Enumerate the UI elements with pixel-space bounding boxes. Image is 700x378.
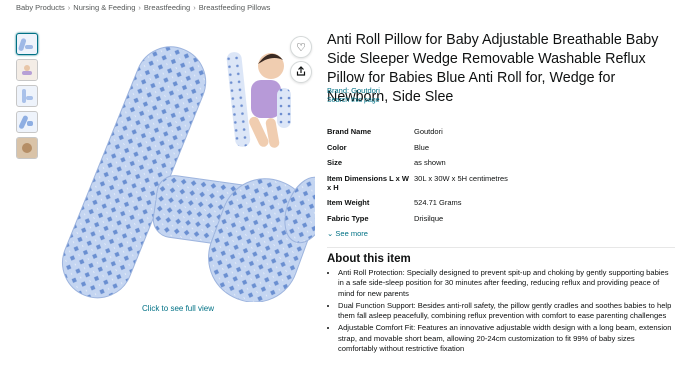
brand-link[interactable]: Brand: Goutdori [327,86,380,95]
spec-key: Item Dimensions L x W x H [327,173,409,192]
heart-icon: ♡ [296,41,306,54]
product-image[interactable] [45,30,330,303]
spec-value: as shown [414,158,446,167]
breadcrumb: Baby Products › Nursing & Feeding › Breastfe… [16,3,270,12]
spec-value: Blue [414,142,430,152]
see-more-label: See more [335,229,368,238]
product-specs-table: Brand Name Goutdori Color Blue Size as show… [327,127,627,229]
thumbnail-1[interactable] [16,33,38,55]
about-bullet: Anti Roll Protection: Specially designed… [338,268,675,299]
see-more-link[interactable]: ⌄ See more [327,229,368,238]
product-title: Anti Roll Pillow for Baby Adjustable Bre… [327,32,659,105]
full-view-link[interactable]: Click to see full view [142,304,214,313]
thumbnail-5[interactable] [16,137,38,159]
about-bullet-list: Anti Roll Protection: Specially designed… [327,268,675,356]
inset-baby-photo [225,48,295,158]
thumbnail-strip [16,33,40,163]
spec-key: Item Weight [327,198,370,207]
chevron-right-icon: › [67,3,71,12]
spec-row: Item Dimensions L x W x H 30L x 30W x 5H … [327,174,627,192]
chevron-right-icon: › [193,3,196,12]
spec-value: Drisilque [414,213,444,223]
about-bullet: Dual Function Support: Besides anti-roll… [338,301,675,322]
thumbnail-2[interactable] [16,59,38,81]
spec-row: Size as shown [327,158,627,167]
breadcrumb-item[interactable]: Breastfeeding Pillows [199,3,271,12]
breadcrumb-item[interactable]: Breastfeeding [144,3,190,12]
spec-key: Color [327,142,347,152]
divider [327,247,675,248]
chevron-right-icon: › [138,3,141,12]
spec-key: Fabric Type [327,213,369,223]
breadcrumb-item[interactable]: Baby Products [16,3,65,12]
search-this-page-link[interactable]: Search this page [327,97,380,104]
spec-value: 524.71 Grams [414,198,462,207]
thumbnail-3[interactable] [16,85,38,107]
about-bullet: Adjustable Comfort Fit: Features an inno… [338,323,675,354]
spec-value: 30L x 30W x 5H centimetres [414,173,508,183]
chevron-down-icon: ⌄ [327,229,334,238]
spec-row: Fabric Type Drisilque [327,214,627,223]
spec-key: Brand Name [327,127,372,136]
share-button[interactable] [290,61,312,83]
spec-value: Goutdori [414,127,443,136]
spec-row: Brand Name Goutdori [327,127,627,136]
spec-key: Size [327,158,343,167]
about-heading: About this item [327,253,411,265]
thumbnail-4[interactable] [16,111,38,133]
spec-row: Color Blue [327,143,627,152]
breadcrumb-item[interactable]: Nursing & Feeding [73,3,135,12]
share-icon [296,65,306,79]
wishlist-button[interactable]: ♡ [290,36,312,58]
spec-row: Item Weight 524.71 Grams [327,198,627,207]
